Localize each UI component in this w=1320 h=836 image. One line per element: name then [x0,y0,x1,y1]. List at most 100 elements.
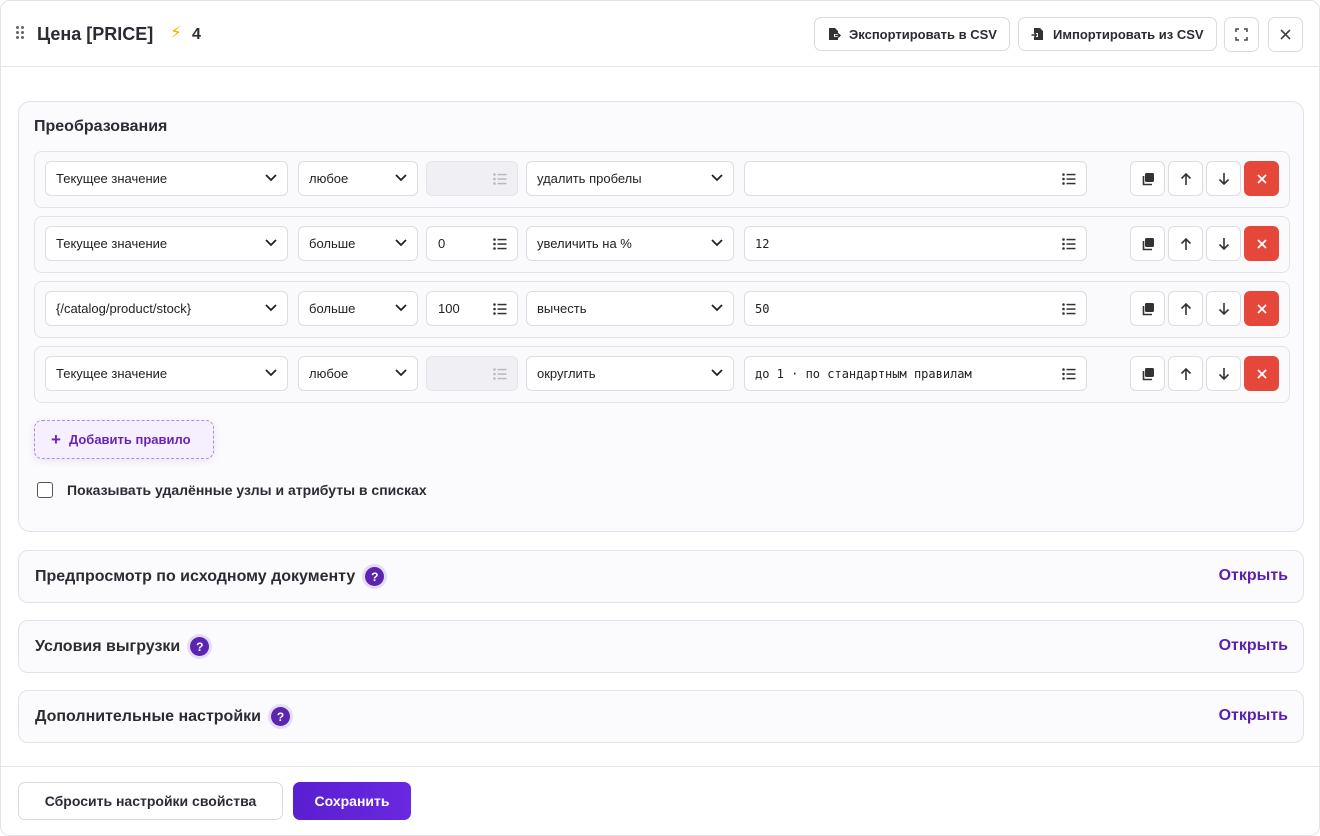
section-export-conditions-title: Условия выгрузки [35,637,181,655]
source-select[interactable]: Текущее значение [45,226,288,261]
close-icon [1256,303,1267,314]
show-deleted-checkbox[interactable] [37,482,53,498]
section-preview-header: Предпросмотр по исходному документу ? [35,567,385,586]
list-icon[interactable] [1062,303,1076,315]
delete-rule-button[interactable] [1244,161,1279,196]
duplicate-rule-button[interactable] [1130,161,1165,196]
threshold-input[interactable]: 100 [426,291,518,326]
delete-rule-button[interactable] [1244,356,1279,391]
source-select[interactable]: Текущее значение [45,161,288,196]
action-select[interactable]: округлить [526,356,734,391]
help-icon[interactable]: ? [190,637,210,656]
source-select[interactable]: Текущее значение [45,356,288,391]
add-rule-button[interactable]: + Добавить правило [34,420,214,459]
section-additional-settings-open-link[interactable]: Открыть [1219,707,1288,725]
copy-icon [1142,237,1154,250]
condition-select[interactable]: любое [298,356,418,391]
action-value: вычесть [537,301,587,316]
property-title: Цена [PRICE] [37,24,154,44]
transformations-panel: Преобразования Текущее значение любое удал… [18,101,1304,532]
section-additional-settings[interactable]: Дополнительные настройки ? Открыть [18,690,1304,743]
chevron-down-icon [711,369,723,377]
arrow-up-icon [1180,237,1191,250]
reset-settings-button[interactable]: Сбросить настройки свойства [18,782,283,820]
list-icon[interactable] [1062,238,1076,250]
move-up-button[interactable] [1168,226,1203,261]
source-value: Текущее значение [56,171,168,186]
source-value: Текущее значение [56,366,168,381]
list-icon[interactable] [1062,368,1076,380]
arrow-down-icon [1218,302,1229,315]
copy-icon [1142,367,1154,380]
value-input[interactable]: 12 [744,226,1087,261]
fullscreen-button[interactable] [1224,17,1259,52]
close-button[interactable] [1268,17,1303,52]
section-preview-open-link[interactable]: Открыть [1219,567,1288,585]
delete-rule-button[interactable] [1244,226,1279,261]
export-file-icon [829,28,841,40]
move-down-button[interactable] [1206,291,1241,326]
action-value: увеличить на % [537,236,632,251]
save-button[interactable]: Сохранить [293,782,411,820]
value-input[interactable]: до 1 · по стандартным правилам [744,356,1087,391]
arrow-down-icon [1218,237,1229,250]
plus-icon: + [51,430,61,449]
modal-footer: Сбросить настройки свойства Сохранить [1,766,1319,835]
chevron-down-icon [265,304,277,312]
condition-value: больше [309,301,356,316]
condition-value: любое [309,171,349,186]
chevron-down-icon [265,369,277,377]
duplicate-rule-button[interactable] [1130,226,1165,261]
move-down-button[interactable] [1206,161,1241,196]
move-up-button[interactable] [1168,291,1203,326]
arrow-up-icon [1180,302,1191,315]
action-select[interactable]: вычесть [526,291,734,326]
chevron-down-icon [265,239,277,247]
source-select[interactable]: {/catalog/product/stock} [45,291,288,326]
duplicate-rule-button[interactable] [1130,356,1165,391]
list-icon[interactable] [493,368,507,380]
drag-handle-icon[interactable] [16,26,26,40]
section-preview[interactable]: Предпросмотр по исходному документу ? От… [18,550,1304,603]
list-icon[interactable] [493,173,507,185]
threshold-input[interactable]: 0 [426,226,518,261]
lightning-icon: ⚡ [170,23,182,42]
value-text: 12 [755,236,770,251]
arrow-up-icon [1180,367,1191,380]
delete-rule-button[interactable] [1244,291,1279,326]
action-value: удалить пробелы [537,171,642,186]
arrow-down-icon [1218,367,1229,380]
action-select[interactable]: удалить пробелы [526,161,734,196]
duplicate-rule-button[interactable] [1130,291,1165,326]
list-icon[interactable] [1062,173,1076,185]
move-up-button[interactable] [1168,356,1203,391]
export-csv-button[interactable]: Экспортировать в CSV [814,17,1010,51]
modal-header: Цена [PRICE] ⚡ 4 Экспортировать в CSV Им… [1,1,1319,67]
value-text: до 1 · по стандартным правилам [755,366,972,381]
list-icon[interactable] [493,238,507,250]
close-icon [1256,173,1267,184]
section-export-conditions-open-link[interactable]: Открыть [1219,637,1288,655]
value-text: 50 [755,301,770,316]
move-down-button[interactable] [1206,226,1241,261]
value-input[interactable] [744,161,1087,196]
condition-select[interactable]: любое [298,161,418,196]
move-up-button[interactable] [1168,161,1203,196]
show-deleted-row: Показывать удалённые узлы и атрибуты в с… [37,482,427,498]
condition-value: больше [309,236,356,251]
rules-count-badge: 4 [192,26,201,43]
close-icon [1256,368,1267,379]
import-csv-button[interactable]: Импортировать из CSV [1018,17,1217,51]
list-icon[interactable] [493,303,507,315]
condition-select[interactable]: больше [298,226,418,261]
help-icon[interactable]: ? [365,567,385,586]
chevron-down-icon [395,174,407,182]
condition-select[interactable]: больше [298,291,418,326]
action-select[interactable]: увеличить на % [526,226,734,261]
section-export-conditions[interactable]: Условия выгрузки ? Открыть [18,620,1304,673]
move-down-button[interactable] [1206,356,1241,391]
value-input[interactable]: 50 [744,291,1087,326]
help-icon[interactable]: ? [271,707,290,726]
transformations-title: Преобразования [34,118,168,135]
rule-row: Текущее значение любое удалить пробелы [34,151,1290,208]
